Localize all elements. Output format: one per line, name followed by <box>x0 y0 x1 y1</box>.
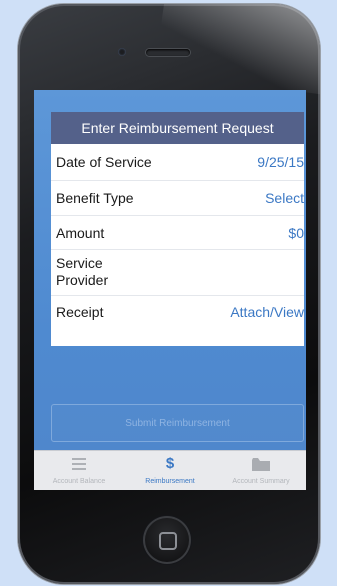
service-provider-label: Service Provider <box>56 255 108 289</box>
phone-frame: Enter Reimbursement Request Date of Serv… <box>18 4 320 584</box>
tab-account-balance-label: Account Balance <box>52 478 106 485</box>
app-screen: Enter Reimbursement Request Date of Serv… <box>34 90 306 490</box>
service-provider-row[interactable]: Service Provider <box>51 250 304 296</box>
amount-row[interactable]: Amount $0 <box>51 216 304 250</box>
benefit-type-select[interactable]: Select <box>265 190 304 206</box>
dollar-icon: $ <box>165 455 175 472</box>
list-icon <box>34 455 124 475</box>
benefit-type-row[interactable]: Benefit Type Select <box>51 181 304 216</box>
submit-reimbursement-button[interactable]: Submit Reimbursement <box>51 404 304 442</box>
benefit-type-label: Benefit Type <box>56 190 134 206</box>
tab-reimbursement-label: Reimbursement <box>145 478 195 485</box>
front-camera <box>118 48 126 56</box>
tab-bar: Account Balance $ Reimbursement Account … <box>34 450 306 490</box>
date-of-service-label: Date of Service <box>56 154 152 170</box>
tab-account-summary-label: Account Summary <box>232 478 290 485</box>
amount-value[interactable]: $0 <box>288 225 304 241</box>
tab-account-summary[interactable]: Account Summary <box>216 451 306 490</box>
date-of-service-row[interactable]: Date of Service 9/25/15 <box>51 144 304 181</box>
tab-account-balance[interactable]: Account Balance <box>34 451 124 490</box>
tab-reimbursement[interactable]: $ Reimbursement <box>125 451 215 490</box>
home-square-icon <box>159 532 177 550</box>
page-title: Enter Reimbursement Request <box>51 112 304 144</box>
reimbursement-form: Date of Service 9/25/15 Benefit Type Sel… <box>51 144 304 346</box>
receipt-label: Receipt <box>56 304 104 320</box>
service-provider-label-line1: Service <box>56 255 103 271</box>
home-button[interactable] <box>143 516 191 564</box>
amount-label: Amount <box>56 225 105 241</box>
folder-icon <box>216 455 306 476</box>
service-provider-label-line2: Provider <box>56 272 109 288</box>
date-of-service-value[interactable]: 9/25/15 <box>257 154 304 170</box>
receipt-row[interactable]: Receipt Attach/View <box>51 296 304 331</box>
attach-view-link[interactable]: Attach/View <box>230 304 304 320</box>
earpiece <box>146 49 190 56</box>
